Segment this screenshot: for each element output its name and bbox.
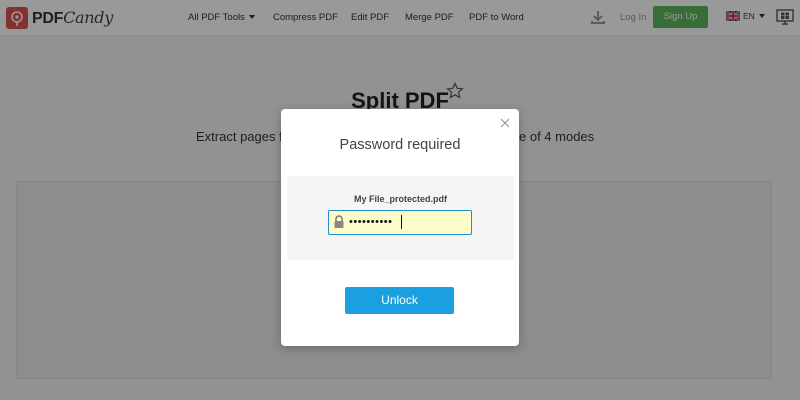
password-modal: Password required My File_protected.pdf … — [281, 109, 519, 346]
close-icon[interactable] — [500, 118, 510, 128]
unlock-button[interactable]: Unlock — [345, 287, 454, 314]
lock-icon — [334, 215, 344, 228]
modal-title: Password required — [339, 137, 461, 153]
password-input[interactable]: •••••••••• — [328, 210, 472, 235]
file-name: My File_protected.pdf — [353, 194, 447, 204]
password-value: •••••••••• — [349, 216, 393, 228]
modal-body: My File_protected.pdf •••••••••• — [287, 176, 514, 260]
text-caret — [401, 215, 402, 229]
